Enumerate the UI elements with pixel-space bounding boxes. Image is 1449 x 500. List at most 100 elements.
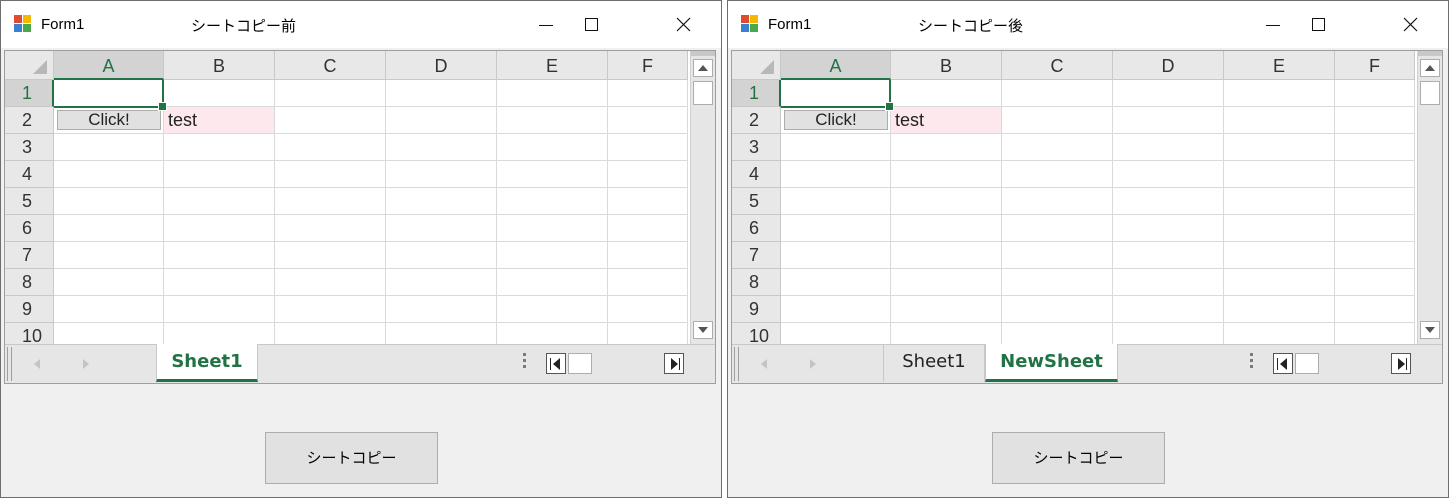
cell[interactable] — [1335, 107, 1415, 134]
sheet-tab[interactable]: Sheet1 — [156, 344, 258, 382]
cell[interactable] — [1224, 296, 1335, 323]
cell-grid[interactable]: Click! test — [781, 80, 1417, 344]
horizontal-scrollbar[interactable] — [546, 353, 686, 374]
cell[interactable] — [54, 323, 164, 344]
cell[interactable] — [497, 296, 608, 323]
cell[interactable] — [1224, 242, 1335, 269]
cell[interactable] — [608, 269, 688, 296]
scroll-up-button[interactable] — [1420, 59, 1440, 77]
horizontal-scroll-thumb[interactable] — [568, 353, 592, 374]
cell[interactable] — [497, 188, 608, 215]
scroll-up-button[interactable] — [693, 59, 713, 77]
scroll-down-button[interactable] — [693, 321, 713, 339]
cell[interactable] — [781, 215, 891, 242]
row-header[interactable]: 3 — [5, 134, 54, 161]
cell[interactable] — [1335, 215, 1415, 242]
cell[interactable] — [386, 215, 497, 242]
cell[interactable] — [497, 242, 608, 269]
cell[interactable] — [164, 188, 275, 215]
cell[interactable] — [1335, 80, 1415, 107]
cell[interactable] — [891, 80, 1002, 107]
cell[interactable] — [1002, 134, 1113, 161]
row-header[interactable]: 6 — [732, 215, 781, 242]
cell[interactable] — [1224, 107, 1335, 134]
cell[interactable] — [54, 161, 164, 188]
cell[interactable] — [1113, 107, 1224, 134]
tab-prev-icon[interactable] — [761, 359, 767, 369]
tab-next-icon[interactable] — [83, 359, 89, 369]
cell[interactable] — [164, 242, 275, 269]
cell[interactable] — [1113, 242, 1224, 269]
cell[interactable] — [608, 188, 688, 215]
cell[interactable] — [54, 269, 164, 296]
cell[interactable] — [386, 161, 497, 188]
fill-handle[interactable] — [885, 102, 894, 111]
cell[interactable]: test — [891, 107, 1002, 134]
cell[interactable]: Click! — [54, 107, 164, 134]
cell[interactable] — [386, 134, 497, 161]
cell[interactable] — [497, 134, 608, 161]
column-header[interactable]: B — [164, 51, 275, 80]
cell[interactable] — [1002, 107, 1113, 134]
row-header[interactable]: 5 — [732, 188, 781, 215]
row-header[interactable]: 2 — [732, 107, 781, 134]
cell[interactable] — [1002, 215, 1113, 242]
row-header[interactable]: 4 — [732, 161, 781, 188]
cell[interactable] — [386, 296, 497, 323]
row-header[interactable]: 7 — [5, 242, 54, 269]
split-box[interactable] — [1418, 51, 1442, 56]
cell[interactable]: Click! — [781, 107, 891, 134]
cell[interactable] — [164, 296, 275, 323]
cell[interactable] — [1002, 242, 1113, 269]
row-header[interactable]: 3 — [732, 134, 781, 161]
cell[interactable] — [608, 80, 688, 107]
minimize-button[interactable] — [1250, 9, 1296, 41]
title-bar[interactable]: Form1 シートコピー前 — [1, 1, 721, 48]
scroll-left-button[interactable] — [546, 353, 566, 374]
title-bar[interactable]: Form1 シートコピー後 — [728, 1, 1448, 48]
tab-next-icon[interactable] — [810, 359, 816, 369]
cell-grid[interactable]: Click! test — [54, 80, 690, 344]
cell[interactable] — [1002, 323, 1113, 344]
cell[interactable] — [1335, 323, 1415, 344]
close-button[interactable] — [661, 9, 707, 41]
cell[interactable] — [608, 323, 688, 344]
cell[interactable] — [891, 134, 1002, 161]
cell[interactable] — [891, 161, 1002, 188]
cell[interactable] — [275, 215, 386, 242]
cell[interactable] — [781, 188, 891, 215]
cell[interactable] — [781, 134, 891, 161]
scroll-right-button[interactable] — [1391, 353, 1411, 374]
scroll-left-button[interactable] — [1273, 353, 1293, 374]
cell[interactable] — [275, 80, 386, 107]
cell[interactable] — [1224, 134, 1335, 161]
cell[interactable] — [608, 215, 688, 242]
cell[interactable] — [54, 296, 164, 323]
cell[interactable] — [891, 296, 1002, 323]
horizontal-scroll-thumb[interactable] — [1295, 353, 1319, 374]
cell[interactable] — [1224, 269, 1335, 296]
cell[interactable] — [386, 80, 497, 107]
vertical-scrollbar[interactable] — [1417, 51, 1442, 344]
cell[interactable] — [275, 269, 386, 296]
cell[interactable] — [164, 323, 275, 344]
cell[interactable] — [1335, 134, 1415, 161]
cell[interactable] — [497, 161, 608, 188]
cell[interactable] — [164, 269, 275, 296]
row-header[interactable]: 9 — [5, 296, 54, 323]
column-header[interactable]: B — [891, 51, 1002, 80]
cell[interactable] — [54, 134, 164, 161]
column-header[interactable]: F — [608, 51, 688, 80]
row-header[interactable]: 9 — [732, 296, 781, 323]
cell[interactable] — [1224, 188, 1335, 215]
tab-splitter[interactable] — [523, 353, 526, 371]
column-header[interactable]: D — [386, 51, 497, 80]
cell[interactable] — [497, 269, 608, 296]
cell-click-button[interactable]: Click! — [57, 110, 161, 130]
cell[interactable] — [1002, 188, 1113, 215]
column-header[interactable]: C — [1002, 51, 1113, 80]
cell[interactable] — [608, 134, 688, 161]
cell[interactable] — [1002, 80, 1113, 107]
column-header[interactable]: E — [497, 51, 608, 80]
cell[interactable] — [1335, 188, 1415, 215]
